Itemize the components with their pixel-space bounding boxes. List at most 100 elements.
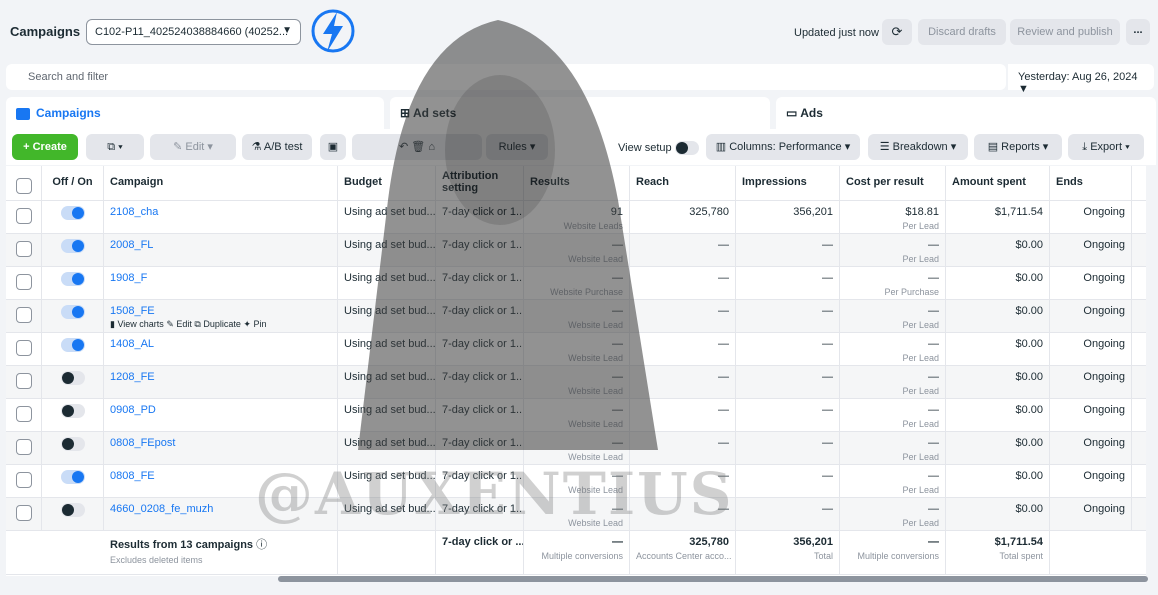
- row-checkbox[interactable]: [15, 373, 32, 389]
- more-options-button[interactable]: ...: [1126, 19, 1150, 45]
- campaign-name-cell[interactable]: 0808_FEpost: [104, 432, 338, 464]
- toggle-cell[interactable]: [42, 333, 104, 365]
- rules-button[interactable]: Rules ▾: [486, 134, 548, 160]
- toggle-cell[interactable]: [42, 267, 104, 299]
- table-row[interactable]: 1208_FE Using ad set bud... 7-day click or…: [6, 366, 1146, 399]
- campaign-name-cell[interactable]: 2108_cha: [104, 201, 338, 233]
- campaign-name-link[interactable]: 0908_PD: [110, 404, 156, 416]
- table-row[interactable]: 4660_0208_fe_muzh Using ad set bud... 7-da…: [6, 498, 1146, 531]
- toggle-cell[interactable]: [42, 300, 104, 332]
- campaign-name-cell[interactable]: 0908_PD: [104, 399, 338, 431]
- toggle-cell[interactable]: [42, 201, 104, 233]
- toggle-cell[interactable]: [42, 465, 104, 497]
- tab-campaigns[interactable]: Campaigns: [6, 97, 384, 129]
- row-select-cell[interactable]: [6, 234, 42, 266]
- refresh-button[interactable]: ⟳: [882, 19, 912, 45]
- clipboard-button[interactable]: ▣: [320, 134, 346, 160]
- campaign-name-cell[interactable]: 2008_FL: [104, 234, 338, 266]
- reports-button[interactable]: ▤ Reports ▾: [974, 134, 1062, 160]
- campaign-name-link[interactable]: 1508_FE: [110, 305, 155, 317]
- search-input[interactable]: Search and filter: [6, 64, 1006, 90]
- action-icons-group[interactable]: ↶ 🗑 ⌂: [352, 134, 482, 160]
- campaign-toggle[interactable]: [60, 272, 85, 286]
- table-row[interactable]: 1408_AL Using ad set bud... 7-day click or…: [6, 333, 1146, 366]
- select-all-cell[interactable]: [6, 166, 42, 200]
- breakdown-button[interactable]: ☰ Breakdown ▾: [868, 134, 968, 160]
- row-checkbox[interactable]: [15, 472, 32, 488]
- row-checkbox[interactable]: [15, 208, 32, 224]
- row-checkbox[interactable]: [15, 241, 32, 257]
- row-select-cell[interactable]: [6, 267, 42, 299]
- campaign-toggle[interactable]: [60, 206, 85, 220]
- toggle-cell[interactable]: [42, 498, 104, 530]
- campaign-name-link[interactable]: 1208_FE: [110, 371, 155, 383]
- row-select-cell[interactable]: [6, 300, 42, 332]
- campaign-toggle[interactable]: [60, 239, 85, 253]
- toggle-cell[interactable]: [42, 366, 104, 398]
- row-checkbox[interactable]: [15, 505, 32, 521]
- row-select-cell[interactable]: [6, 366, 42, 398]
- col-budget[interactable]: Budget: [338, 166, 436, 200]
- tab-ad-sets[interactable]: ⊞ Ad sets: [390, 97, 770, 129]
- export-button[interactable]: ⤓ Export ▾: [1068, 134, 1144, 160]
- col-cost-per-result[interactable]: Cost per result: [840, 166, 946, 200]
- campaign-toggle[interactable]: [60, 338, 85, 352]
- view-charts-link[interactable]: View charts: [117, 319, 163, 329]
- date-picker[interactable]: Yesterday: Aug 26, 2024 ▼: [1008, 64, 1154, 95]
- col-reach[interactable]: Reach: [630, 166, 736, 200]
- col-amount-spent[interactable]: Amount spent: [946, 166, 1050, 200]
- campaign-name-link[interactable]: 4660_0208_fe_muzh: [110, 503, 213, 515]
- row-select-cell[interactable]: [6, 333, 42, 365]
- table-row[interactable]: 0808_FE Using ad set bud... 7-day click or…: [6, 465, 1146, 498]
- edit-button[interactable]: ✎ Edit ▾: [150, 134, 236, 160]
- campaign-name-cell[interactable]: 1408_AL: [104, 333, 338, 365]
- table-row[interactable]: 0808_FEpost Using ad set bud... 7-day clic…: [6, 432, 1146, 465]
- table-row[interactable]: 1508_FE ▮ View charts ✎ Edit ⧉ Duplicate …: [6, 300, 1146, 333]
- table-row[interactable]: 0908_PD Using ad set bud... 7-day click or…: [6, 399, 1146, 432]
- toggle-cell[interactable]: [42, 234, 104, 266]
- table-row[interactable]: 2008_FL Using ad set bud... 7-day click or…: [6, 234, 1146, 267]
- row-checkbox[interactable]: [15, 340, 32, 356]
- discard-drafts-button[interactable]: Discard drafts: [918, 19, 1006, 45]
- col-ends[interactable]: Ends: [1050, 166, 1132, 200]
- col-attribution[interactable]: Attribution setting: [436, 166, 524, 200]
- campaign-toggle[interactable]: [60, 470, 85, 484]
- campaign-toggle[interactable]: [60, 404, 85, 418]
- horizontal-scrollbar[interactable]: [278, 576, 1148, 582]
- view-setup-toggle[interactable]: [674, 141, 699, 155]
- campaign-name-link[interactable]: 2008_FL: [110, 239, 153, 251]
- campaign-toggle[interactable]: [60, 503, 85, 517]
- select-all-checkbox[interactable]: [15, 178, 32, 194]
- pin-link[interactable]: Pin: [253, 319, 266, 329]
- row-select-cell[interactable]: [6, 399, 42, 431]
- campaign-name-link[interactable]: 0808_FEpost: [110, 437, 175, 449]
- campaign-name-cell[interactable]: 0808_FE: [104, 465, 338, 497]
- table-row[interactable]: 2108_cha Using ad set bud... 7-day click o…: [6, 201, 1146, 234]
- campaign-name-link[interactable]: 0808_FE: [110, 470, 155, 482]
- ab-test-button[interactable]: ⚗ A/B test: [242, 134, 312, 160]
- row-checkbox[interactable]: [15, 439, 32, 455]
- campaign-name-link[interactable]: 2108_cha: [110, 206, 158, 218]
- tab-ads[interactable]: ▭ Ads: [776, 97, 1156, 129]
- view-setup[interactable]: View setup: [618, 141, 699, 155]
- row-select-cell[interactable]: [6, 498, 42, 530]
- campaign-name-cell[interactable]: 1908_F: [104, 267, 338, 299]
- col-results[interactable]: Results: [524, 166, 630, 200]
- campaign-toggle[interactable]: [60, 371, 85, 385]
- campaign-name-link[interactable]: 1908_F: [110, 272, 147, 284]
- campaign-name-cell[interactable]: 4660_0208_fe_muzh: [104, 498, 338, 530]
- campaign-name-cell[interactable]: 1208_FE: [104, 366, 338, 398]
- row-select-cell[interactable]: [6, 201, 42, 233]
- duplicate-link[interactable]: Duplicate: [203, 319, 241, 329]
- duplicate-button[interactable]: ⧉ ▾: [86, 134, 144, 160]
- campaign-toggle[interactable]: [60, 305, 85, 319]
- review-publish-button[interactable]: Review and publish: [1010, 19, 1120, 45]
- toggle-cell[interactable]: [42, 399, 104, 431]
- row-select-cell[interactable]: [6, 432, 42, 464]
- campaign-name-link[interactable]: 1408_AL: [110, 338, 154, 350]
- columns-button[interactable]: ▥ Columns: Performance ▾: [706, 134, 860, 160]
- col-campaign[interactable]: Campaign: [104, 166, 338, 200]
- row-select-cell[interactable]: [6, 465, 42, 497]
- edit-link[interactable]: Edit: [176, 319, 192, 329]
- account-selector[interactable]: C102-P11_402524038884660 (40252... ▼: [86, 19, 301, 45]
